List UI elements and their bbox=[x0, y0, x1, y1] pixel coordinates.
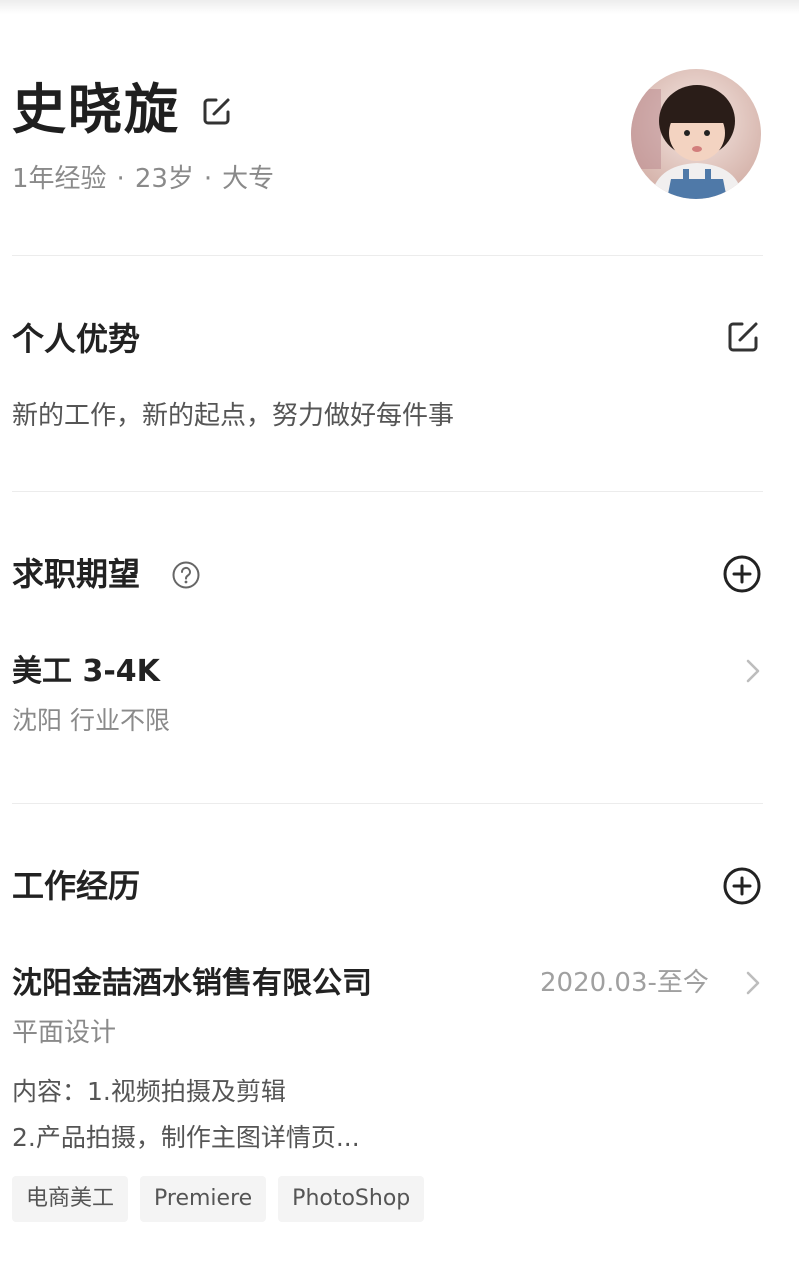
section-title-advantages: 个人优势 bbox=[12, 320, 141, 358]
edit-icon[interactable] bbox=[200, 94, 234, 128]
skill-tag: PhotoShop bbox=[278, 1176, 425, 1222]
company-name[interactable]: 沈阳金喆酒水销售有限公司 bbox=[12, 962, 372, 1006]
chevron-right-icon[interactable] bbox=[742, 656, 764, 686]
profile-meta: 1年经验 · 23岁 · 大专 bbox=[12, 160, 274, 198]
work-position: 平面设计 bbox=[12, 1018, 117, 1048]
separator: · bbox=[116, 164, 125, 194]
education-text: 大专 bbox=[222, 164, 275, 194]
expectation-detail: 沈阳 行业不限 bbox=[12, 706, 170, 735]
plus-circle-icon[interactable] bbox=[722, 554, 762, 594]
work-date: 2020.03-至今 bbox=[540, 968, 709, 998]
question-circle-icon[interactable] bbox=[171, 560, 201, 590]
section-title-expectation: 求职期望 bbox=[12, 555, 141, 593]
advantages-text: 新的工作，新的起点，努力做好每件事 bbox=[12, 401, 455, 431]
skill-tag: Premiere bbox=[140, 1176, 267, 1222]
avatar[interactable] bbox=[631, 69, 761, 199]
top-shadow bbox=[0, 0, 799, 14]
age-text: 23岁 bbox=[134, 164, 194, 194]
plus-circle-icon[interactable] bbox=[722, 866, 762, 906]
divider bbox=[12, 803, 763, 804]
profile-name: 史晓旋 bbox=[12, 78, 180, 141]
chevron-right-icon[interactable] bbox=[742, 968, 764, 998]
divider bbox=[12, 491, 763, 492]
work-content-line: 2.产品拍摄，制作主图详情页... bbox=[12, 1123, 360, 1152]
divider bbox=[12, 255, 763, 256]
experience-text: 1年经验 bbox=[12, 164, 107, 194]
separator: · bbox=[203, 164, 213, 194]
expectation-job[interactable]: 美工 3-4K bbox=[12, 650, 160, 694]
section-title-work: 工作经历 bbox=[12, 867, 141, 905]
edit-icon[interactable] bbox=[724, 318, 764, 358]
skill-tags: 电商美工 Premiere PhotoShop bbox=[12, 1176, 425, 1222]
work-content-line: 内容：1.视频拍摄及剪辑 bbox=[12, 1077, 286, 1106]
skill-tag: 电商美工 bbox=[12, 1176, 129, 1222]
